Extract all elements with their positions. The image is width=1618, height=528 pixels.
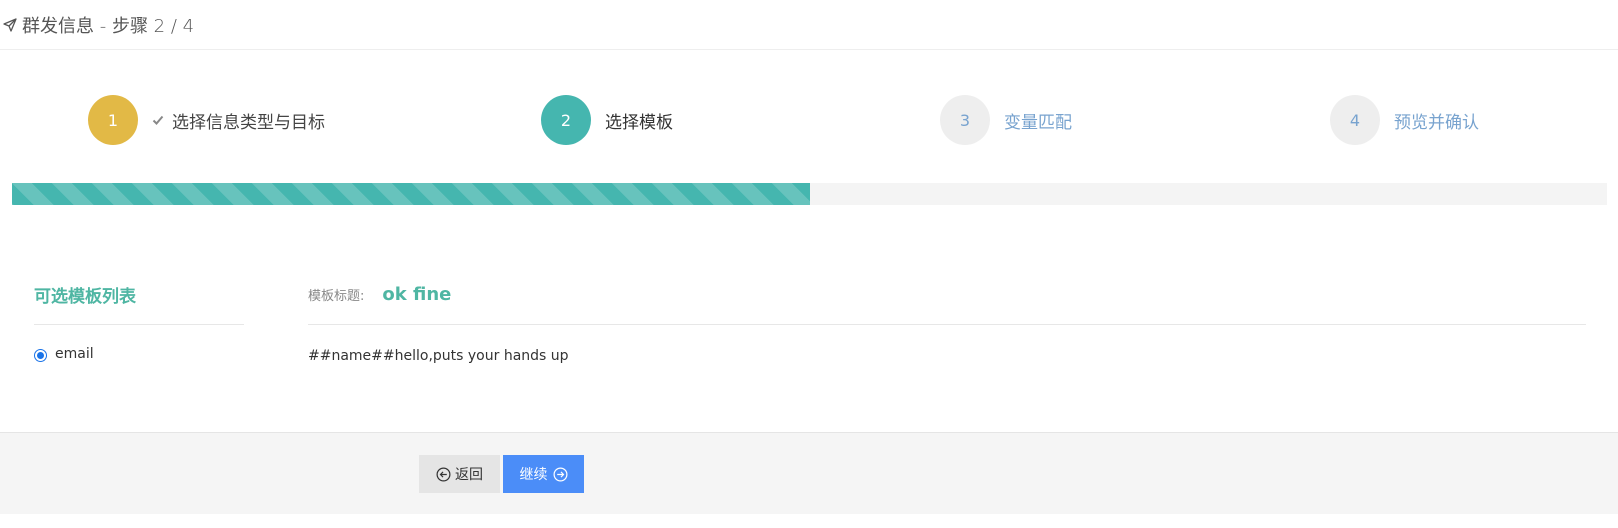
template-option-email[interactable]: email [34, 346, 94, 362]
step-1[interactable]: 1 选择信息类型与目标 [88, 94, 325, 146]
page-header: 群发信息 - 步骤 2 / 4 [0, 0, 1618, 50]
check-icon [152, 115, 164, 125]
step-number: 1 [88, 95, 138, 145]
template-title-row: 模板标题: ok fine [308, 284, 451, 305]
form-actions [0, 432, 1618, 514]
back-button[interactable]: 返回 [419, 455, 500, 493]
step-label: 选择模板 [605, 112, 673, 133]
continue-button-label: 继续 [519, 466, 548, 482]
back-button-label: 返回 [455, 466, 483, 482]
template-radio[interactable] [34, 348, 47, 362]
step-label: 预览并确认 [1394, 112, 1479, 133]
step-number: 3 [940, 95, 990, 145]
arrow-left-circle-icon [436, 467, 451, 481]
step-2[interactable]: 2 选择模板 [541, 94, 673, 146]
wizard-progress [12, 183, 1607, 205]
progress-bar-fill [12, 183, 810, 205]
step-number: 4 [1330, 95, 1380, 145]
template-option-label: email [55, 346, 94, 362]
template-title-label: 模板标题: [308, 289, 365, 304]
step-label: 选择信息类型与目标 [152, 108, 325, 133]
divider [308, 324, 1586, 325]
divider [34, 324, 244, 325]
step-label-text: 选择信息类型与目标 [172, 112, 325, 133]
template-list-title: 可选模板列表 [34, 287, 136, 307]
step-4[interactable]: 4 预览并确认 [1330, 94, 1479, 146]
arrow-right-circle-icon [553, 467, 567, 481]
template-content: ##name##hello,puts your hands up [308, 348, 569, 364]
step-number: 2 [541, 95, 591, 145]
page-title: 群发信息 - 步骤 2 / 4 [22, 15, 195, 37]
step-label: 变量匹配 [1004, 112, 1072, 133]
send-icon [3, 17, 17, 32]
template-title-value: ok fine [382, 284, 452, 305]
continue-button[interactable]: 继续 [503, 455, 584, 493]
step-3[interactable]: 3 变量匹配 [940, 94, 1072, 146]
